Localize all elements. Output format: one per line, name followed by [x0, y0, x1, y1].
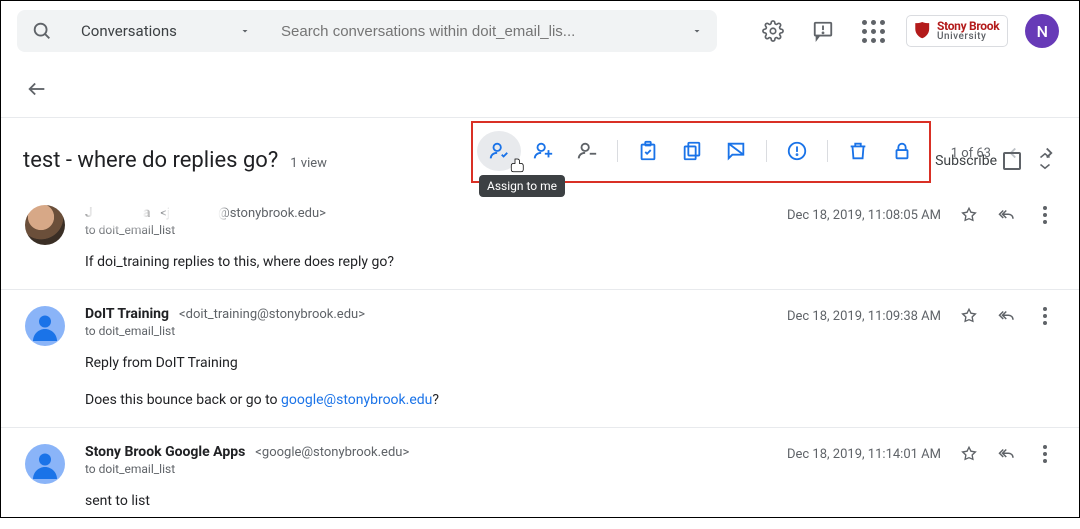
caret-down-icon[interactable] — [239, 25, 251, 37]
sender-name: DoIT Training — [85, 306, 169, 322]
timestamp: Dec 18, 2019, 11:14:01 AM — [787, 447, 941, 462]
search-scope[interactable]: Conversations — [81, 22, 221, 40]
message-body: Reply from DoIT Training Does this bounc… — [85, 352, 1055, 411]
sender-name: Ja — [85, 205, 150, 221]
sender-avatar[interactable] — [25, 306, 65, 346]
star-icon[interactable] — [959, 205, 979, 225]
sender-avatar[interactable] — [25, 205, 65, 245]
thread-header: test - where do replies go? 1 view Subsc… — [1, 118, 1079, 189]
caret-down-icon[interactable] — [691, 25, 703, 37]
subscribe-toggle[interactable]: Subscribe — [935, 152, 1021, 170]
star-icon[interactable] — [959, 444, 979, 464]
timestamp: Dec 18, 2019, 11:09:38 AM — [787, 309, 941, 324]
star-icon[interactable] — [959, 306, 979, 326]
message-body: sent to list — [85, 490, 1055, 512]
brand-badge[interactable]: Stony Brook University — [907, 16, 1007, 46]
back-button[interactable] — [17, 69, 57, 109]
message-list: Ja <j@stonybrook.edu> to doit_email_list… — [1, 189, 1079, 529]
message: Ja <j@stonybrook.edu> to doit_email_list… — [1, 189, 1079, 289]
reply-all-icon[interactable] — [997, 205, 1017, 225]
search-input[interactable] — [281, 23, 681, 40]
header: Conversations Stony Brook University N — [1, 1, 1079, 61]
header-right: Stony Brook University N — [757, 14, 1059, 48]
timestamp: Dec 18, 2019, 11:08:05 AM — [787, 208, 941, 223]
gear-icon[interactable] — [757, 15, 789, 47]
message: DoIT Training <doit_training@stonybrook.… — [1, 289, 1079, 427]
brand-line2: University — [937, 32, 999, 42]
toolbar-row — [1, 61, 1079, 117]
search-icon[interactable] — [31, 20, 53, 42]
sender-email: <google@stonybrook.edu> — [255, 445, 409, 460]
sender-email: <doit_training@stonybrook.edu> — [179, 307, 365, 322]
sender-avatar[interactable] — [25, 444, 65, 484]
sender-name: Stony Brook Google Apps — [85, 444, 245, 460]
recipient: to doit_email_list — [85, 462, 1055, 476]
more-icon[interactable] — [1035, 205, 1055, 225]
feedback-icon[interactable] — [807, 15, 839, 47]
more-icon[interactable] — [1035, 444, 1055, 464]
recipient: to doit_email_list — [85, 324, 1055, 338]
view-count: 1 view — [290, 156, 327, 171]
search-box[interactable]: Conversations — [17, 10, 717, 52]
message-body: If doi_training replies to this, where d… — [85, 251, 1055, 273]
thread-title: test - where do replies go? — [23, 148, 278, 173]
avatar[interactable]: N — [1025, 14, 1059, 48]
reply-all-icon[interactable] — [997, 306, 1017, 326]
more-icon[interactable] — [1035, 306, 1055, 326]
message: Stony Brook Google Apps <google@stonybro… — [1, 427, 1079, 528]
subscribe-label: Subscribe — [935, 153, 997, 169]
checkbox-icon[interactable] — [1003, 152, 1021, 170]
sender-email: <j@stonybrook.edu> — [160, 206, 326, 221]
reply-all-icon[interactable] — [997, 444, 1017, 464]
recipient: to doit_email_list — [85, 223, 1055, 237]
email-link[interactable]: google@stonybrook.edu — [281, 392, 432, 408]
collapse-all-button[interactable] — [1031, 147, 1059, 175]
apps-icon[interactable] — [857, 15, 889, 47]
shield-icon — [915, 22, 931, 40]
